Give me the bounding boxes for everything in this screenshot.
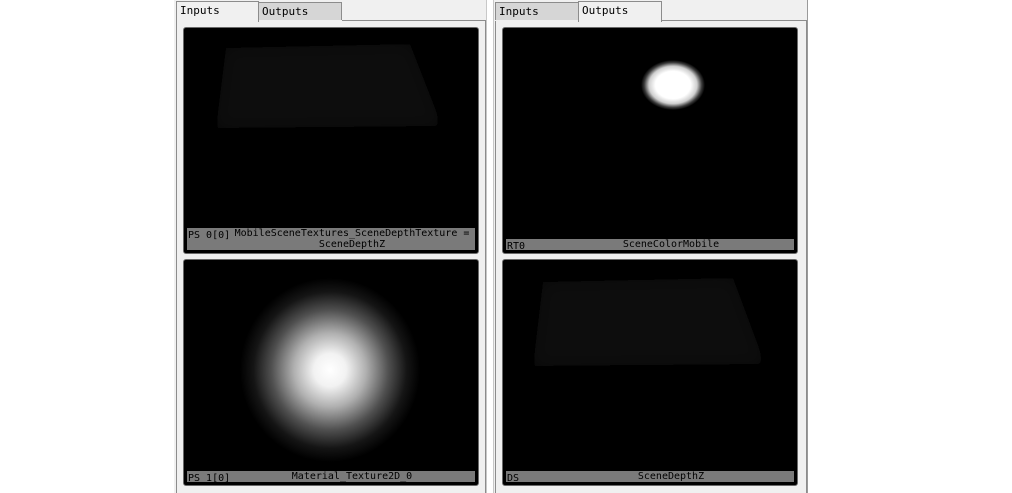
thumbnail-caption: DS SceneDepthZ xyxy=(506,471,794,484)
thumbnail-caption: RT0 SceneColorMobile xyxy=(506,239,794,252)
texture-name: MobileSceneTextures_SceneDepthTexture = … xyxy=(234,228,470,250)
texture-thumbnail-material[interactable]: PS 1[0] Material_Texture2D_0 xyxy=(183,259,479,486)
slot-label: PS 0[0] xyxy=(188,230,231,241)
left-texture-panel: Inputs Outputs PS 0[0] MobileSceneTextur… xyxy=(174,0,487,493)
depth-stencil-thumbnail[interactable]: DS SceneDepthZ xyxy=(502,259,798,486)
texture-thumbnail-depth[interactable]: PS 0[0] MobileSceneTextures_SceneDepthTe… xyxy=(183,27,479,254)
texture-name: SceneDepthZ xyxy=(637,471,705,482)
thumbnail-caption: PS 0[0] MobileSceneTextures_SceneDepthTe… xyxy=(187,228,475,250)
tab-inputs[interactable]: Inputs xyxy=(495,2,579,20)
slot-label: RT0 xyxy=(507,241,526,252)
thumbnail-caption: PS 1[0] Material_Texture2D_0 xyxy=(187,471,475,484)
render-target-thumbnail-color[interactable]: RT0 SceneColorMobile xyxy=(502,27,798,254)
outputs-tab-content: RT0 SceneColorMobile DS SceneDepthZ xyxy=(495,21,807,493)
tab-outputs[interactable]: Outputs xyxy=(258,2,342,20)
inputs-tab-content: PS 0[0] MobileSceneTextures_SceneDepthTe… xyxy=(176,21,486,493)
slot-label: DS xyxy=(507,473,520,484)
tab-inputs[interactable]: Inputs xyxy=(176,1,259,22)
slot-label: PS 1[0] xyxy=(188,473,231,484)
tab-outputs[interactable]: Outputs xyxy=(578,1,662,22)
texture-name: SceneColorMobile xyxy=(622,239,720,250)
texture-name: Material_Texture2D_0 xyxy=(291,471,413,482)
right-texture-panel: Inputs Outputs RT0 SceneColorMobile DS S… xyxy=(493,0,808,493)
